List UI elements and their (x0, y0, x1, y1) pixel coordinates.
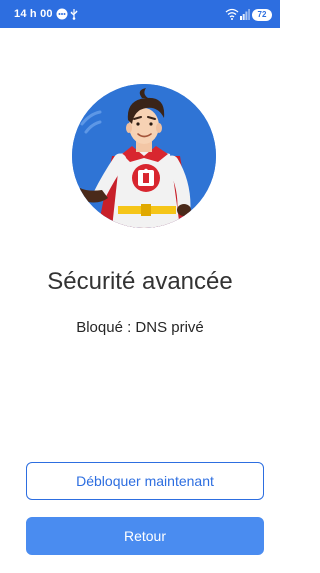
blocked-status-message: Bloqué : DNS privé (76, 319, 204, 336)
back-button[interactable]: Retour (26, 517, 264, 555)
page-title: Sécurité avancée (47, 268, 233, 295)
battery-icon: 72 (252, 9, 272, 21)
status-bar: 14 h 00 72 (0, 0, 280, 28)
signal-icon (240, 7, 250, 25)
superhero-mascot-illustration (72, 84, 216, 228)
battery-level: 72 (257, 10, 267, 19)
status-time: 14 h 00 (14, 8, 53, 20)
message-notification-icon (56, 7, 68, 25)
wifi-icon (225, 7, 239, 25)
usb-icon (70, 7, 78, 25)
unblock-now-button[interactable]: Débloquer maintenant (26, 462, 264, 500)
